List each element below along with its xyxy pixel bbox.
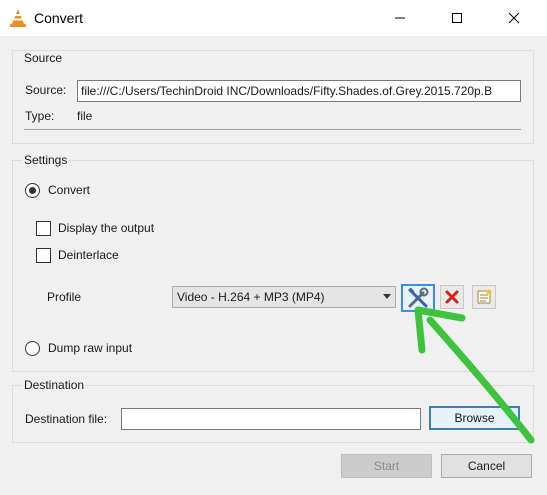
cancel-button[interactable]: Cancel — [441, 454, 532, 478]
radio-selected-dot — [29, 187, 36, 194]
convert-label[interactable]: Convert — [48, 183, 90, 197]
source-label: Source: — [25, 83, 67, 97]
edit-profile-icon — [408, 287, 429, 308]
source-group-title: Source — [22, 51, 65, 65]
dialog-body: Source Source: file:///C:/Users/TechinDr… — [0, 36, 547, 495]
source-input[interactable]: file:///C:/Users/TechinDroid INC/Downloa… — [77, 80, 521, 102]
destination-file-label: Destination file: — [25, 412, 108, 426]
new-profile-button[interactable] — [472, 285, 496, 309]
maximize-icon — [452, 13, 462, 23]
profile-select[interactable]: Video - H.264 + MP3 (MP4) — [172, 286, 396, 308]
minimize-button[interactable] — [377, 0, 423, 36]
deinterlace-label[interactable]: Deinterlace — [58, 248, 119, 262]
convert-radio[interactable] — [25, 183, 40, 198]
close-icon — [508, 12, 520, 24]
title-bar: Convert — [0, 0, 547, 36]
edit-profile-button[interactable] — [401, 284, 435, 312]
type-label: Type: — [25, 109, 55, 123]
display-output-checkbox[interactable] — [36, 221, 51, 236]
window-title: Convert — [34, 10, 84, 26]
settings-group-title: Settings — [22, 153, 70, 167]
browse-button[interactable]: Browse — [429, 406, 520, 430]
deinterlace-checkbox[interactable] — [36, 248, 51, 263]
start-button[interactable]: Start — [341, 454, 432, 478]
vlc-cone-icon — [10, 9, 26, 27]
minimize-icon — [395, 17, 405, 19]
delete-profile-icon — [445, 290, 459, 304]
maximize-button[interactable] — [434, 0, 480, 36]
dump-raw-radio[interactable] — [25, 341, 40, 356]
delete-profile-button[interactable] — [440, 285, 464, 309]
profile-label: Profile — [47, 290, 82, 304]
destination-file-input[interactable] — [121, 408, 421, 430]
new-profile-icon — [477, 289, 492, 304]
destination-group-title: Destination — [22, 378, 87, 392]
source-separator — [24, 129, 521, 130]
chevron-down-icon — [383, 294, 391, 299]
close-button[interactable] — [491, 0, 537, 36]
type-value: file — [77, 109, 93, 123]
profile-select-value: Video - H.264 + MP3 (MP4) — [177, 290, 325, 304]
display-output-label[interactable]: Display the output — [58, 221, 154, 235]
dump-raw-label[interactable]: Dump raw input — [48, 341, 132, 355]
